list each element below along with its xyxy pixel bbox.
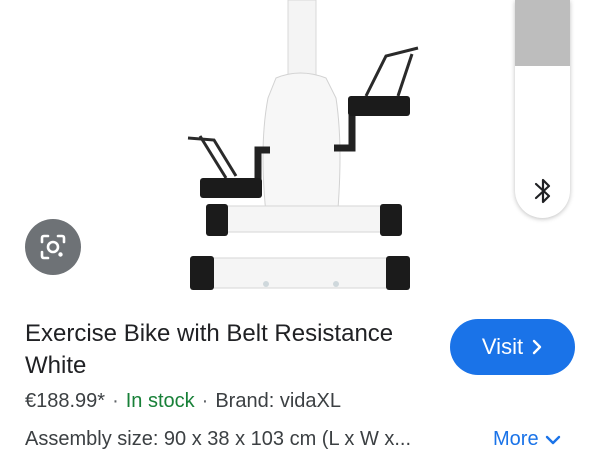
- brand: Brand: vidaXL: [215, 390, 341, 412]
- google-lens-icon: [40, 234, 66, 260]
- more-button[interactable]: More: [493, 428, 561, 451]
- bluetooth-icon[interactable]: [532, 176, 554, 206]
- volume-level-fill: [515, 0, 570, 66]
- assembly-size: Assembly size: 90 x 38 x 103 cm (L x W x…: [25, 428, 412, 450]
- more-button-label: More: [493, 428, 539, 450]
- stock-status: In stock: [125, 390, 195, 412]
- product-meta-line: €188.99* · In stock · Brand: vidaXL: [25, 390, 341, 413]
- google-lens-button[interactable]: [25, 219, 81, 275]
- separator: ·: [112, 390, 119, 412]
- chevron-right-icon: [532, 339, 542, 355]
- price: €188.99*: [25, 390, 106, 412]
- separator: ·: [201, 390, 209, 412]
- product-title[interactable]: Exercise Bike with Belt Resistance White: [25, 318, 435, 382]
- visit-button[interactable]: Visit: [450, 319, 575, 375]
- product-image-area[interactable]: [0, 0, 600, 305]
- chevron-down-icon: [545, 435, 560, 444]
- side-control-panel: [515, 0, 570, 218]
- visit-button-label: Visit: [481, 334, 524, 359]
- product-image: [187, 0, 419, 290]
